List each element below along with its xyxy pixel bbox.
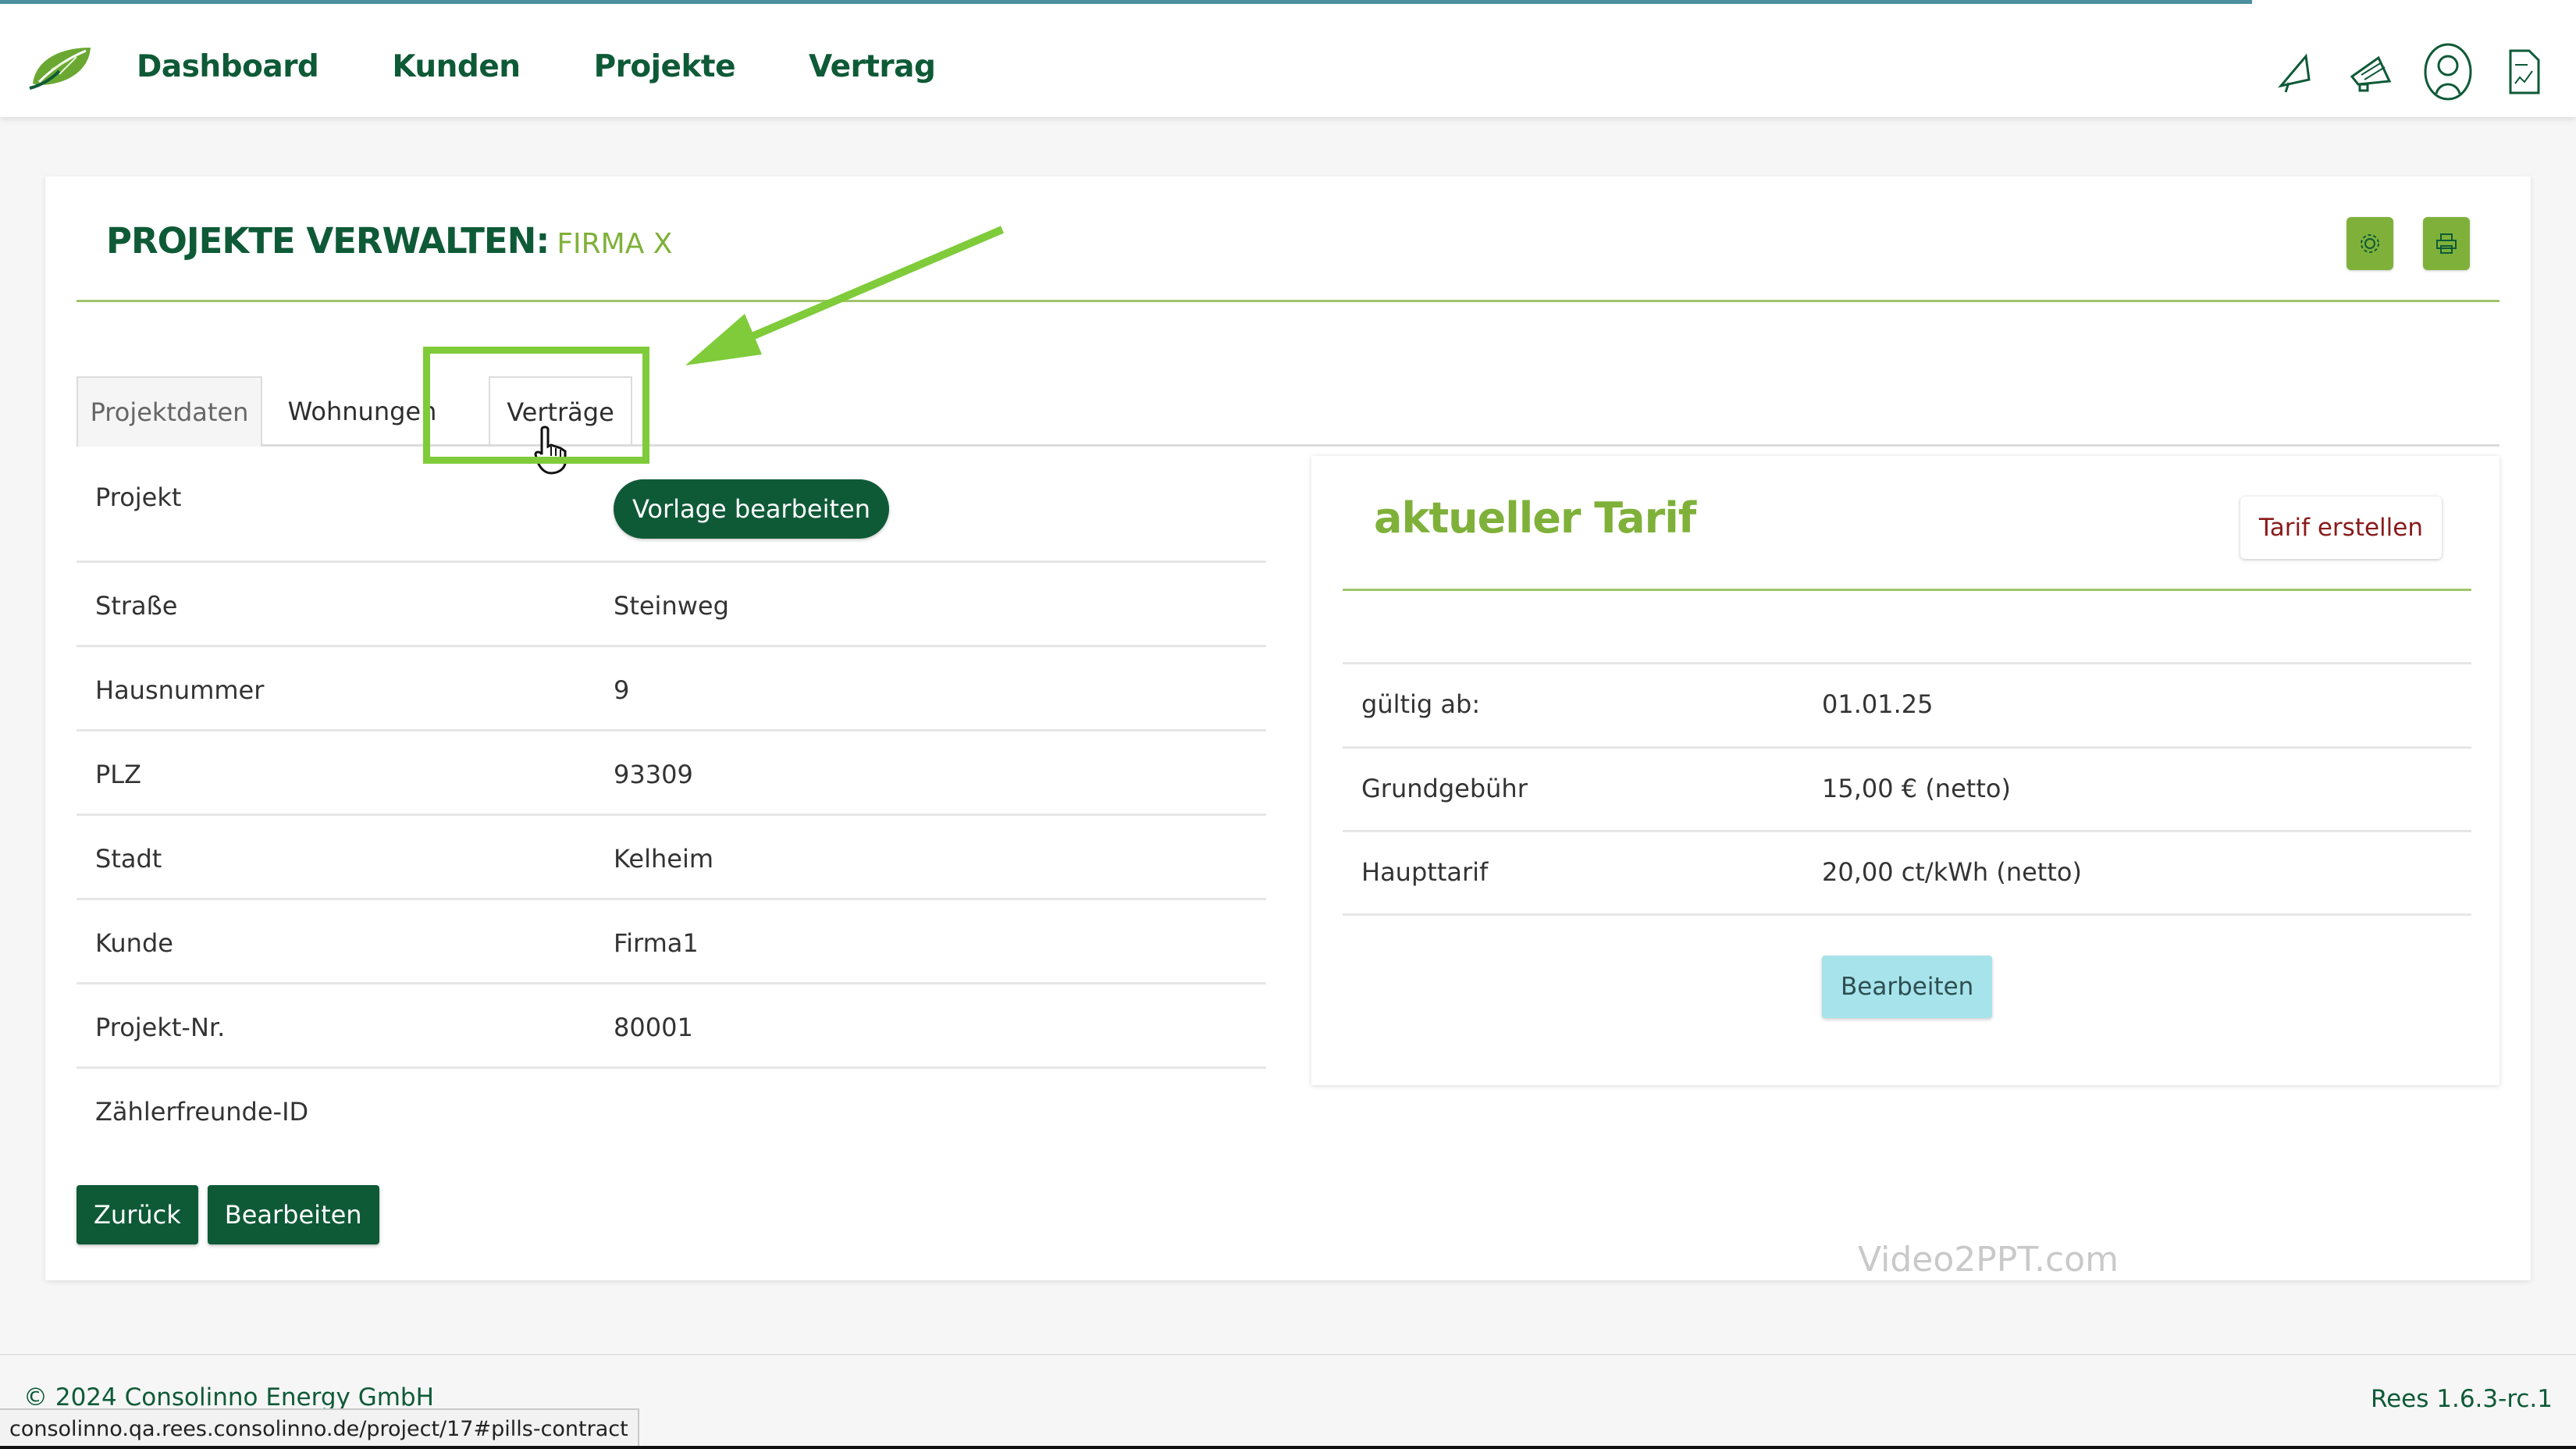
version-label: Rees 1.6.3-rc.1 <box>2370 1385 2553 1413</box>
print-button[interactable] <box>2423 217 2470 270</box>
page-load-indicator <box>2252 0 2576 4</box>
megaphone-icon[interactable] <box>2343 41 2400 102</box>
page-title-main: PROJEKTE VERWALTEN: <box>106 220 550 262</box>
top-icons <box>2267 41 2553 102</box>
settings-icon <box>2361 234 2379 253</box>
row-label: Kunde <box>95 928 173 958</box>
header-divider <box>76 300 2500 302</box>
nav-kunden[interactable]: Kunden <box>392 49 521 84</box>
edit-project-button[interactable]: Bearbeiten <box>207 1185 379 1244</box>
row-label: Projekt <box>95 482 182 512</box>
row-label: Projekt-Nr. <box>95 1013 226 1042</box>
tarif-row-value: 15,00 € (netto) <box>1822 774 2011 803</box>
tarif-row: Haupttarif 20,00 ct/kWh (netto) <box>1343 830 2471 914</box>
vorlage-bearbeiten-button[interactable]: Vorlage bearbeiten <box>614 479 889 539</box>
browser-status-url: consolinno.qa.rees.consolinno.de/project… <box>0 1408 639 1449</box>
table-row: Straße Steinweg <box>76 561 1266 645</box>
project-card: PROJEKTE VERWALTEN: FIRMA X Projektdaten… <box>45 176 2531 1280</box>
screen-bottom-edge <box>0 1446 2576 1449</box>
table-row: Projekt Vorlage bearbeiten <box>76 454 1266 561</box>
page-title-company: FIRMA X <box>557 228 673 260</box>
document-icon[interactable] <box>2496 41 2553 102</box>
leaf-logo-icon[interactable] <box>28 43 95 90</box>
table-row: Stadt Kelheim <box>76 814 1266 898</box>
watermark: Video2PPT.com <box>1858 1240 2119 1280</box>
tarif-bearbeiten-button[interactable]: Bearbeiten <box>1822 956 1993 1018</box>
main-nav: Dashboard Kunden Projekte Vertrag <box>137 49 936 84</box>
row-label: PLZ <box>95 760 142 789</box>
nav-vertrag[interactable]: Vertrag <box>809 49 936 84</box>
row-value: 80001 <box>614 1013 693 1042</box>
highlight-box <box>423 347 649 464</box>
page-title: PROJEKTE VERWALTEN: FIRMA X <box>106 220 672 262</box>
tarif-erstellen-button[interactable]: Tarif erstellen <box>2240 497 2442 559</box>
action-buttons: Zurück Bearbeiten <box>76 1185 379 1244</box>
nav-dashboard[interactable]: Dashboard <box>137 49 319 84</box>
row-label: Zählerfreunde-ID <box>95 1097 309 1127</box>
tab-projektdaten[interactable]: Projektdaten <box>76 376 262 447</box>
footer-divider <box>0 1354 2576 1355</box>
nav-projekte[interactable]: Projekte <box>594 49 736 84</box>
annotation-arrow-icon <box>685 226 1004 365</box>
table-row: Kunde Firma1 <box>76 898 1266 982</box>
row-value: Kelheim <box>614 844 713 874</box>
table-row: PLZ 93309 <box>76 729 1266 814</box>
user-profile-icon[interactable] <box>2420 41 2476 102</box>
tarif-row-divider <box>1343 913 2471 916</box>
copyright-text: © 2024 Consolinno Energy GmbH <box>23 1383 434 1412</box>
project-data-table: Projekt Vorlage bearbeiten Straße Steinw… <box>76 454 1266 1151</box>
tarif-row-label: Haupttarif <box>1361 857 1489 887</box>
row-label: Stadt <box>95 844 162 874</box>
table-row: Hausnummer 9 <box>76 645 1266 729</box>
row-label: Hausnummer <box>95 675 265 705</box>
bell-icon[interactable] <box>2267 41 2323 102</box>
tarif-row-value: 01.01.25 <box>1822 689 1934 719</box>
settings-button[interactable] <box>2347 217 2393 270</box>
back-button[interactable]: Zurück <box>76 1185 198 1244</box>
print-icon <box>2436 233 2457 254</box>
row-value: 93309 <box>614 760 693 789</box>
row-label: Straße <box>95 591 178 621</box>
tarif-row-value: 20,00 ct/kWh (netto) <box>1822 857 2082 887</box>
tarif-row-label: Grundgebühr <box>1361 774 1528 803</box>
tarif-row: gültig ab: 01.01.25 <box>1343 662 2471 746</box>
tarif-row: Grundgebühr 15,00 € (netto) <box>1343 746 2471 831</box>
table-row: Projekt-Nr. 80001 <box>76 982 1266 1066</box>
top-navbar: Dashboard Kunden Projekte Vertrag <box>0 0 2576 117</box>
row-value: 9 <box>614 675 630 705</box>
row-value: Steinweg <box>614 591 729 621</box>
tarif-title: aktueller Tarif <box>1374 493 1696 543</box>
table-row: Zählerfreunde-ID <box>76 1066 1266 1151</box>
tarif-panel: aktueller Tarif Tarif erstellen gültig a… <box>1311 456 2500 1085</box>
tarif-divider <box>1343 589 2471 591</box>
tarif-row-label: gültig ab: <box>1361 689 1481 719</box>
row-value: Firma1 <box>614 928 699 958</box>
